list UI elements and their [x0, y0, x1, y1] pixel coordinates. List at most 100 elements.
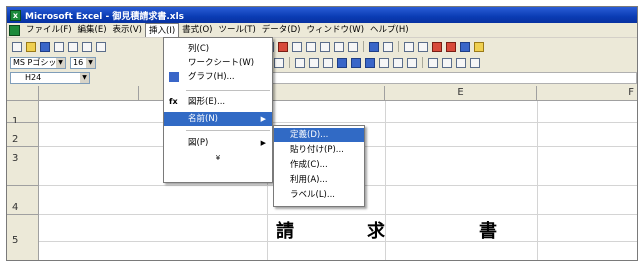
submenu-item-paste[interactable]: 貼り付け(P)... — [274, 143, 364, 157]
function-icon[interactable] — [416, 41, 429, 53]
column-header-f[interactable]: F — [537, 86, 637, 101]
menu-item-chart[interactable]: グラフ(H)... — [164, 70, 272, 84]
select-all-corner[interactable] — [7, 86, 39, 101]
menu-item-label: 列(C) — [188, 44, 210, 54]
more-buttons-icon[interactable] — [468, 57, 481, 69]
menu-file[interactable]: ファイル(F) — [23, 23, 75, 37]
menu-item-label: ワークシート(W) — [188, 58, 255, 68]
print-icon[interactable] — [66, 41, 79, 53]
title-bar: x Microsoft Excel - 御見積請求書.xls — [7, 7, 637, 23]
filter-icon[interactable] — [304, 41, 317, 53]
open-icon[interactable] — [24, 41, 37, 53]
separator — [289, 57, 290, 68]
row-header-2[interactable]: 2 — [7, 123, 39, 147]
vertical-text-icon[interactable] — [391, 57, 404, 69]
merge-center-icon[interactable] — [335, 57, 348, 69]
gridline — [39, 241, 637, 242]
font-size-select[interactable]: 16 ▼ — [70, 56, 96, 69]
menu-item-name[interactable]: 名前(N) ▶ — [164, 112, 272, 126]
submenu-item-create[interactable]: 作成(C)... — [274, 158, 364, 172]
invoice-title-char-1: 請 — [276, 221, 294, 242]
window-title: Microsoft Excel - 御見積請求書.xls — [25, 11, 185, 22]
redo-icon[interactable] — [381, 41, 394, 53]
spelling-icon[interactable] — [94, 41, 107, 53]
name-submenu: 定義(D)... 貼り付け(P)... 作成(C)... 利用(A)... ラベ… — [273, 125, 365, 207]
undo-icon[interactable] — [367, 41, 380, 53]
outdent-icon[interactable] — [377, 57, 390, 69]
chevron-down-icon: ▼ — [56, 57, 65, 68]
submenu-item-label: 貼り付け(P)... — [290, 145, 344, 155]
wrap-text-icon[interactable] — [405, 57, 418, 69]
fill-color-icon[interactable] — [440, 57, 453, 69]
triangle-right-icon: ▶ — [260, 139, 266, 147]
indent-icon[interactable] — [363, 57, 376, 69]
row-header-3[interactable]: 3 — [7, 147, 39, 186]
triangle-right-icon: ▶ — [260, 115, 266, 123]
menu-item-columns[interactable]: 列(C) — [164, 42, 272, 56]
row-header-5[interactable]: 5 — [7, 215, 39, 260]
align-right-icon[interactable] — [321, 57, 334, 69]
column-header-c[interactable] — [267, 86, 385, 101]
align-left-icon[interactable] — [293, 57, 306, 69]
submenu-item-apply[interactable]: 利用(A)... — [274, 173, 364, 187]
group-icon[interactable] — [318, 41, 331, 53]
menu-view[interactable]: 表示(V) — [110, 23, 145, 37]
save-icon[interactable] — [38, 41, 51, 53]
borders-icon[interactable] — [426, 57, 439, 69]
standard-toolbar — [7, 39, 637, 54]
chart-icon — [169, 72, 179, 82]
ungroup-icon[interactable] — [332, 41, 345, 53]
menu-insert[interactable]: 挿入(I) — [145, 23, 180, 37]
menu-bar: ファイル(F) 編集(E) 表示(V) 挿入(I) 書式(O) ツール(T) デ… — [7, 23, 637, 38]
menu-tools[interactable]: ツール(T) — [215, 23, 258, 37]
menu-item-worksheet[interactable]: ワークシート(W) — [164, 56, 272, 70]
row-header-4[interactable]: 4 — [7, 186, 39, 215]
submenu-item-label-item[interactable]: ラベル(L)... — [274, 188, 364, 202]
formula-bar: H24 ▼ — [7, 71, 637, 85]
chart-icon[interactable] — [276, 41, 289, 53]
submenu-item-define[interactable]: 定義(D)... — [274, 128, 364, 142]
menu-divider — [186, 90, 270, 91]
new-icon[interactable] — [10, 41, 23, 53]
currency-icon[interactable] — [349, 57, 362, 69]
menu-window[interactable]: ウィンドウ(W) — [303, 23, 367, 37]
separator — [398, 41, 399, 52]
document-icon[interactable] — [9, 24, 20, 36]
drawing-toolbar-icon[interactable] — [472, 41, 485, 53]
menu-data[interactable]: データ(D) — [259, 23, 304, 37]
chart-wizard-icon[interactable] — [458, 41, 471, 53]
sort-ascending-icon[interactable] — [430, 41, 443, 53]
menu-item-picture[interactable]: 図(P) ▶ — [164, 136, 272, 150]
column-header-a[interactable] — [39, 86, 139, 101]
sort-descending-icon[interactable] — [444, 41, 457, 53]
menu-edit[interactable]: 編集(E) — [75, 23, 110, 37]
menu-help[interactable]: ヘルプ(H) — [367, 23, 412, 37]
submenu-item-label: 利用(A)... — [290, 175, 328, 185]
text-icon[interactable] — [346, 41, 359, 53]
formatting-toolbar: MS Pゴシック ▼ 16 ▼ — [7, 55, 637, 70]
excel-window: x Microsoft Excel - 御見積請求書.xls ファイル(F) 編… — [6, 6, 638, 261]
chevron-down-icon: ▼ — [86, 57, 95, 68]
submenu-item-label: 作成(C)... — [290, 160, 328, 170]
name-box[interactable]: H24 ▼ — [10, 72, 90, 84]
menu-item-function[interactable]: fx 図形(E)... — [164, 95, 272, 109]
menu-expand-arrow[interactable]: ¥ — [164, 154, 272, 162]
excel-icon: x — [10, 9, 21, 21]
font-color-icon[interactable] — [454, 57, 467, 69]
menu-format[interactable]: 書式(O) — [179, 23, 215, 37]
autosum-icon[interactable] — [402, 41, 415, 53]
gridline — [385, 101, 386, 260]
menu-item-label: 名前(N) — [188, 114, 218, 124]
decrease-decimal-icon[interactable] — [272, 57, 285, 69]
submenu-item-label: ラベル(L)... — [290, 190, 335, 200]
font-select[interactable]: MS Pゴシック ▼ — [10, 56, 66, 69]
gridline — [39, 122, 637, 123]
link-icon[interactable] — [290, 41, 303, 53]
align-center-icon[interactable] — [307, 57, 320, 69]
formula-input[interactable] — [269, 72, 637, 84]
print-preview-icon[interactable] — [80, 41, 93, 53]
permission-icon[interactable] — [52, 41, 65, 53]
column-header-e[interactable]: E — [385, 86, 537, 101]
row-header-1[interactable]: 1 — [7, 101, 39, 127]
insert-menu: 列(C) ワークシート(W) グラフ(H)... fx 図形(E)... 名前(N… — [163, 37, 273, 183]
